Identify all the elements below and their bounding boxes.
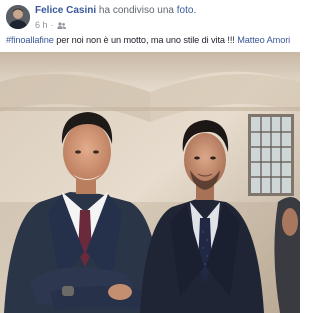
meta-separator: · — [50, 20, 54, 30]
facebook-post: Felice Casini ha condiviso una foto. 6 h… — [0, 0, 300, 313]
friends-icon[interactable] — [56, 21, 66, 29]
photo-image — [0, 52, 300, 313]
post-caption: #finoallafine per noi non è un motto, ma… — [6, 35, 290, 45]
author-name[interactable]: Felice Casini — [35, 5, 96, 16]
hashtag-link[interactable]: #finoallafine — [6, 35, 54, 45]
photo-link[interactable]: foto. — [177, 5, 196, 16]
caption-text: per noi non è un motto, ma uno stile di … — [53, 35, 238, 45]
share-action-text: ha condiviso una — [98, 5, 174, 16]
post-timestamp[interactable]: 6 h — [35, 19, 48, 31]
post-header: Felice Casini ha condiviso una foto. 6 h… — [6, 5, 196, 31]
avatar-image — [6, 5, 30, 29]
post-photo[interactable] — [0, 52, 300, 313]
avatar[interactable] — [6, 5, 30, 29]
mention-link[interactable]: Matteo Amori — [237, 35, 290, 45]
